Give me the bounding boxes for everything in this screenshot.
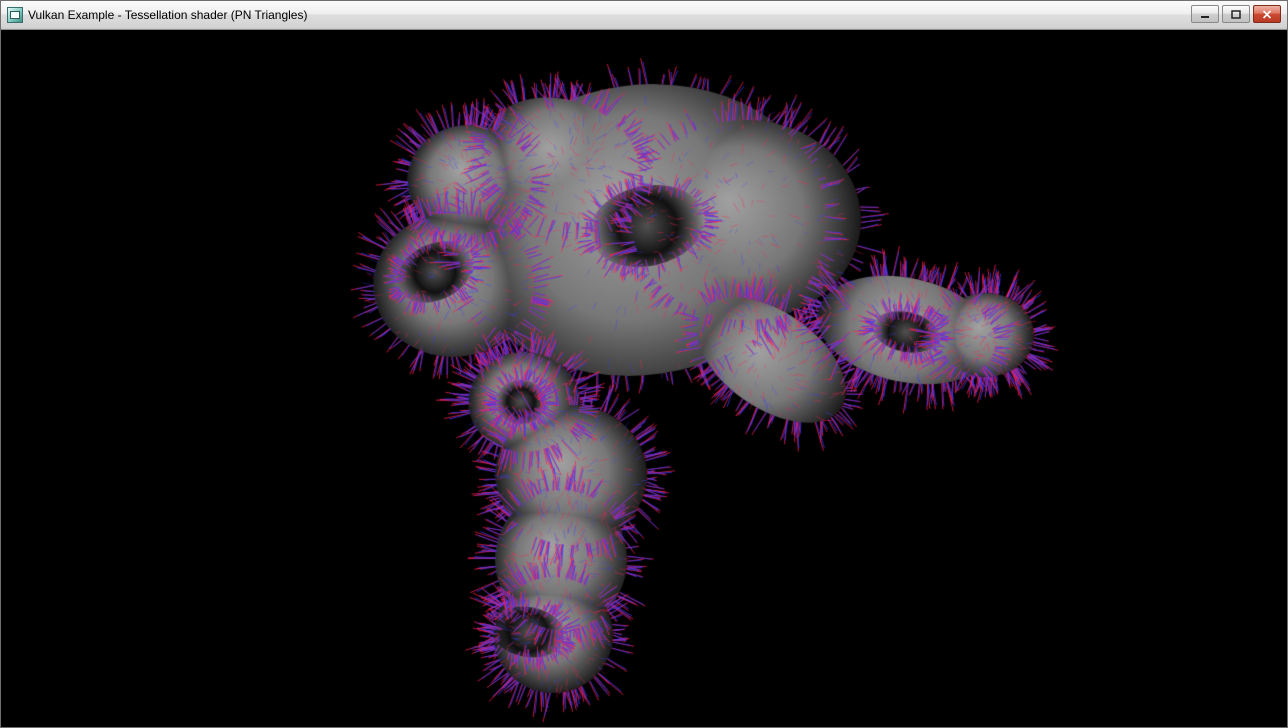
close-icon bbox=[1262, 10, 1272, 19]
minimize-icon bbox=[1200, 10, 1210, 19]
window-title: Vulkan Example - Tessellation shader (PN… bbox=[28, 8, 307, 22]
maximize-button[interactable] bbox=[1222, 5, 1250, 23]
caption-buttons bbox=[1188, 5, 1281, 23]
vulkan-render-canvas[interactable] bbox=[1, 30, 1287, 726]
close-button[interactable] bbox=[1253, 5, 1281, 23]
render-viewport bbox=[1, 30, 1287, 727]
minimize-button[interactable] bbox=[1191, 5, 1219, 23]
maximize-icon bbox=[1231, 10, 1241, 19]
app-window: Vulkan Example - Tessellation shader (PN… bbox=[0, 0, 1288, 728]
app-icon[interactable] bbox=[7, 7, 23, 23]
title-bar[interactable]: Vulkan Example - Tessellation shader (PN… bbox=[1, 1, 1287, 30]
